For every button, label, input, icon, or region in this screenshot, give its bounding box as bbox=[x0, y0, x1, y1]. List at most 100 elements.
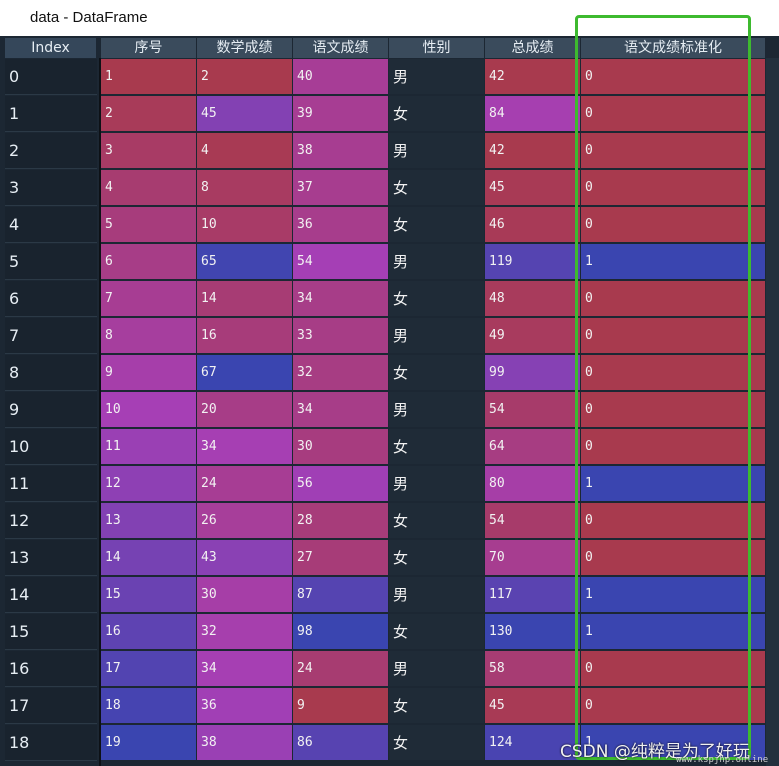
cell-chinese[interactable]: 34 bbox=[293, 281, 389, 317]
column-header-chinese[interactable]: 语文成绩 bbox=[293, 38, 389, 58]
cell-seq[interactable]: 4 bbox=[101, 170, 197, 206]
cell-math[interactable]: 16 bbox=[197, 318, 293, 354]
cell-seq[interactable]: 10 bbox=[101, 392, 197, 428]
cell-total[interactable]: 45 bbox=[485, 170, 581, 206]
cell-std[interactable]: 0 bbox=[581, 429, 766, 465]
cell-chinese[interactable]: 24 bbox=[293, 651, 389, 687]
cell-seq[interactable]: 18 bbox=[101, 688, 197, 724]
cell-std[interactable]: 1 bbox=[581, 244, 766, 280]
cell-seq[interactable]: 7 bbox=[101, 281, 197, 317]
cell-math[interactable]: 34 bbox=[197, 651, 293, 687]
row-index-label[interactable]: 7 bbox=[5, 318, 97, 354]
row-index-label[interactable]: 15 bbox=[5, 614, 97, 650]
column-header-seq[interactable]: 序号 bbox=[101, 38, 197, 58]
cell-gender[interactable]: 男 bbox=[389, 577, 485, 613]
column-header-total[interactable]: 总成绩 bbox=[485, 38, 581, 58]
cell-gender[interactable]: 女 bbox=[389, 688, 485, 724]
cell-std[interactable]: 0 bbox=[581, 318, 766, 354]
cell-chinese[interactable]: 87 bbox=[293, 577, 389, 613]
cell-seq[interactable]: 14 bbox=[101, 540, 197, 576]
cell-math[interactable]: 20 bbox=[197, 392, 293, 428]
cell-gender[interactable]: 女 bbox=[389, 540, 485, 576]
cell-math[interactable]: 2 bbox=[197, 59, 293, 95]
cell-seq[interactable]: 5 bbox=[101, 207, 197, 243]
cell-total[interactable]: 42 bbox=[485, 59, 581, 95]
cell-std[interactable]: 1 bbox=[581, 614, 766, 650]
row-index-label[interactable]: 14 bbox=[5, 577, 97, 613]
cell-total[interactable]: 54 bbox=[485, 392, 581, 428]
cell-chinese[interactable]: 37 bbox=[293, 170, 389, 206]
cell-total[interactable]: 54 bbox=[485, 503, 581, 539]
vertical-scrollbar[interactable] bbox=[766, 58, 779, 766]
cell-chinese[interactable]: 98 bbox=[293, 614, 389, 650]
cell-gender[interactable]: 女 bbox=[389, 170, 485, 206]
cell-seq[interactable]: 3 bbox=[101, 133, 197, 169]
cell-seq[interactable]: 12 bbox=[101, 466, 197, 502]
cell-seq[interactable]: 16 bbox=[101, 614, 197, 650]
cell-math[interactable]: 14 bbox=[197, 281, 293, 317]
cell-total[interactable]: 45 bbox=[485, 688, 581, 724]
cell-chinese[interactable]: 56 bbox=[293, 466, 389, 502]
cell-chinese[interactable]: 39 bbox=[293, 96, 389, 132]
row-index-label[interactable]: 11 bbox=[5, 466, 97, 502]
cell-seq[interactable]: 8 bbox=[101, 318, 197, 354]
cell-math[interactable]: 8 bbox=[197, 170, 293, 206]
cell-total[interactable]: 46 bbox=[485, 207, 581, 243]
cell-chinese[interactable]: 54 bbox=[293, 244, 389, 280]
cell-seq[interactable]: 2 bbox=[101, 96, 197, 132]
cell-total[interactable]: 48 bbox=[485, 281, 581, 317]
cell-std[interactable]: 0 bbox=[581, 651, 766, 687]
cell-chinese[interactable]: 27 bbox=[293, 540, 389, 576]
cell-seq[interactable]: 13 bbox=[101, 503, 197, 539]
cell-std[interactable]: 1 bbox=[581, 577, 766, 613]
row-index-label[interactable]: 13 bbox=[5, 540, 97, 576]
cell-std[interactable]: 0 bbox=[581, 540, 766, 576]
row-index-label[interactable]: 1 bbox=[5, 96, 97, 132]
column-header-index[interactable]: Index bbox=[5, 38, 97, 58]
cell-chinese[interactable]: 36 bbox=[293, 207, 389, 243]
cell-math[interactable]: 65 bbox=[197, 244, 293, 280]
row-index-label[interactable]: 18 bbox=[5, 725, 97, 761]
cell-total[interactable]: 84 bbox=[485, 96, 581, 132]
cell-chinese[interactable]: 28 bbox=[293, 503, 389, 539]
cell-std[interactable]: 0 bbox=[581, 96, 766, 132]
cell-gender[interactable]: 女 bbox=[389, 355, 485, 391]
column-header-gender[interactable]: 性别 bbox=[389, 38, 485, 58]
cell-math[interactable]: 10 bbox=[197, 207, 293, 243]
row-index-label[interactable]: 17 bbox=[5, 688, 97, 724]
cell-math[interactable]: 67 bbox=[197, 355, 293, 391]
cell-seq[interactable]: 6 bbox=[101, 244, 197, 280]
row-index-label[interactable]: 16 bbox=[5, 651, 97, 687]
cell-math[interactable]: 4 bbox=[197, 133, 293, 169]
cell-seq[interactable]: 15 bbox=[101, 577, 197, 613]
cell-std[interactable]: 0 bbox=[581, 59, 766, 95]
cell-seq[interactable]: 11 bbox=[101, 429, 197, 465]
cell-std[interactable]: 0 bbox=[581, 503, 766, 539]
cell-total[interactable]: 70 bbox=[485, 540, 581, 576]
cell-std[interactable]: 0 bbox=[581, 170, 766, 206]
cell-std[interactable]: 0 bbox=[581, 392, 766, 428]
cell-chinese[interactable]: 33 bbox=[293, 318, 389, 354]
row-index-label[interactable]: 2 bbox=[5, 133, 97, 169]
cell-chinese[interactable]: 9 bbox=[293, 688, 389, 724]
cell-seq[interactable]: 9 bbox=[101, 355, 197, 391]
cell-chinese[interactable]: 40 bbox=[293, 59, 389, 95]
cell-total[interactable]: 99 bbox=[485, 355, 581, 391]
row-index-label[interactable]: 6 bbox=[5, 281, 97, 317]
cell-gender[interactable]: 女 bbox=[389, 725, 485, 761]
cell-total[interactable]: 58 bbox=[485, 651, 581, 687]
cell-gender[interactable]: 男 bbox=[389, 244, 485, 280]
cell-gender[interactable]: 女 bbox=[389, 207, 485, 243]
row-index-label[interactable]: 10 bbox=[5, 429, 97, 465]
cell-math[interactable]: 30 bbox=[197, 577, 293, 613]
cell-math[interactable]: 43 bbox=[197, 540, 293, 576]
cell-math[interactable]: 34 bbox=[197, 429, 293, 465]
cell-chinese[interactable]: 32 bbox=[293, 355, 389, 391]
column-header-math[interactable]: 数学成绩 bbox=[197, 38, 293, 58]
cell-gender[interactable]: 男 bbox=[389, 133, 485, 169]
cell-math[interactable]: 45 bbox=[197, 96, 293, 132]
cell-gender[interactable]: 男 bbox=[389, 59, 485, 95]
cell-gender[interactable]: 男 bbox=[389, 318, 485, 354]
cell-gender[interactable]: 男 bbox=[389, 392, 485, 428]
cell-std[interactable]: 1 bbox=[581, 466, 766, 502]
